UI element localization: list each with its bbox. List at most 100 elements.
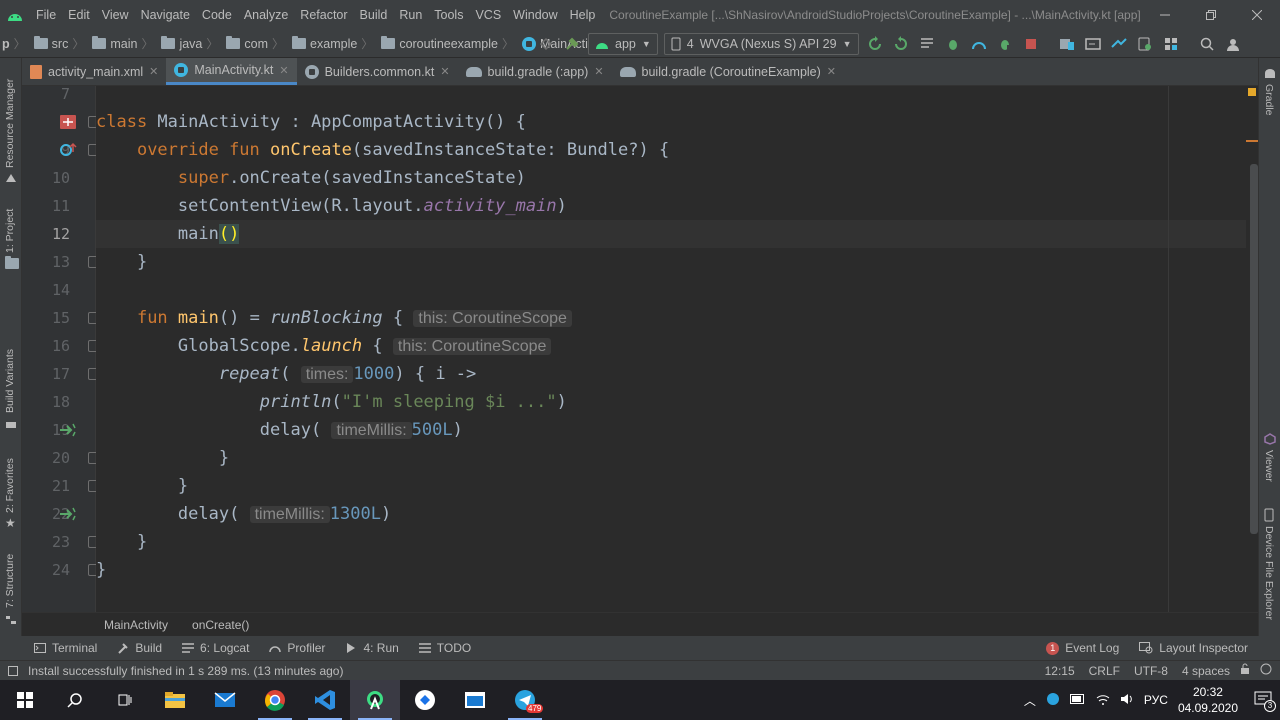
override-method-icon[interactable]	[58, 140, 78, 160]
device-select[interactable]: 4 WVGA (Nexus S) API 29 ▼	[663, 33, 859, 55]
menu-navigate[interactable]: Navigate	[135, 8, 196, 22]
profile-icon[interactable]	[969, 34, 989, 54]
breadcrumb-example[interactable]: example 〉	[290, 35, 379, 52]
device-manager-icon[interactable]	[1135, 34, 1155, 54]
gradle-tab[interactable]: Gradle	[1263, 84, 1275, 116]
sdk-manager-icon[interactable]	[1109, 34, 1129, 54]
line-separator[interactable]: CRLF	[1089, 664, 1120, 678]
breadcrumb-coroutineexample[interactable]: coroutineexample 〉	[379, 35, 520, 52]
menu-build[interactable]: Build	[354, 8, 394, 22]
resource-manager-tab[interactable]: Resource Manager	[4, 79, 16, 168]
menu-file[interactable]: File	[30, 8, 62, 22]
terminal-tool-button[interactable]: Terminal	[0, 641, 107, 655]
project-tab[interactable]: 1: Project	[4, 209, 16, 253]
breadcrumb-src[interactable]: src 〉	[32, 35, 91, 52]
run-config-select[interactable]: app ▼	[588, 33, 658, 55]
tab-mainactivity-kt[interactable]: MainActivity.kt ✕	[166, 58, 297, 85]
file-explorer-icon[interactable]	[150, 680, 200, 720]
tool-windows-toggle-icon[interactable]	[8, 665, 18, 676]
logcat-tool-button[interactable]: 6: Logcat	[172, 641, 259, 655]
menu-help[interactable]: Help	[564, 8, 602, 22]
search-icon[interactable]	[1197, 34, 1217, 54]
tab-build-gradle-project[interactable]: build.gradle (CoroutineExample) ✕	[612, 58, 844, 85]
minimize-button[interactable]	[1142, 0, 1188, 30]
sync-app-icon[interactable]	[400, 680, 450, 720]
chrome-icon[interactable]	[250, 680, 300, 720]
menu-vcs[interactable]: VCS	[469, 8, 507, 22]
menu-tools[interactable]: Tools	[428, 8, 469, 22]
user-icon[interactable]	[1223, 34, 1243, 54]
code-editor[interactable]: class MainActivity : AppCompatActivity()…	[96, 86, 1246, 612]
avd-manager-icon[interactable]	[1057, 34, 1077, 54]
device-file-explorer-tab[interactable]: Device File Explorer	[1263, 526, 1275, 620]
volume-icon[interactable]	[1120, 693, 1134, 708]
event-log-tool-button[interactable]: 1 Event Log	[1036, 641, 1129, 655]
vertical-scrollbar[interactable]	[1250, 164, 1258, 534]
caret-position[interactable]: 12:15	[1045, 664, 1075, 678]
menu-run[interactable]: Run	[393, 8, 428, 22]
menu-window[interactable]: Window	[507, 8, 563, 22]
tab-build-gradle-app[interactable]: build.gradle (:app) ✕	[458, 58, 612, 85]
system-clock[interactable]: 20:32 04.09.2020	[1178, 684, 1238, 716]
windows-start-button[interactable]	[0, 680, 50, 720]
notifications-icon[interactable]: 3	[1254, 691, 1276, 712]
menu-code[interactable]: Code	[196, 8, 238, 22]
menu-view[interactable]: View	[96, 8, 135, 22]
battery-icon[interactable]	[1069, 693, 1086, 707]
close-tab-icon[interactable]: ✕	[279, 64, 288, 77]
layout-inspector-icon[interactable]	[1083, 34, 1103, 54]
suspend-call-icon[interactable]	[58, 504, 78, 524]
attach-debugger-icon[interactable]	[995, 34, 1015, 54]
wifi-icon[interactable]	[1096, 693, 1110, 708]
close-tab-icon[interactable]: ✕	[827, 65, 836, 78]
breadcrumb-root[interactable]: p 〉	[0, 35, 32, 52]
editor-crumb-class[interactable]: MainActivity	[104, 618, 168, 632]
tab-builders-common-kt[interactable]: Builders.common.kt ✕	[297, 58, 458, 85]
indent-setting[interactable]: 4 spaces	[1182, 664, 1230, 678]
inspection-warning-icon[interactable]	[1248, 88, 1256, 96]
editor-crumb-method[interactable]: onCreate()	[192, 618, 249, 632]
input-language[interactable]: РУС	[1144, 693, 1168, 707]
chrome-tray-icon[interactable]	[1046, 692, 1060, 709]
error-stripe-marker[interactable]	[1246, 140, 1258, 142]
android-studio-taskbar-icon[interactable]	[350, 680, 400, 720]
breadcrumb-java[interactable]: java 〉	[159, 35, 224, 52]
apply-changes-restart-icon[interactable]	[865, 34, 885, 54]
suspend-call-icon[interactable]	[58, 420, 78, 440]
run-tool-button[interactable]: 4: Run	[335, 641, 408, 655]
menu-edit[interactable]: Edit	[62, 8, 96, 22]
sync-icon[interactable]	[536, 34, 556, 54]
layout-inspector-tool-button[interactable]: Layout Inspector	[1129, 641, 1280, 655]
file-encoding[interactable]: UTF-8	[1134, 664, 1168, 678]
project-structure-icon[interactable]	[1161, 34, 1181, 54]
mail-icon[interactable]	[200, 680, 250, 720]
apply-code-changes-icon[interactable]	[891, 34, 911, 54]
window-app-icon[interactable]	[450, 680, 500, 720]
menu-analyze[interactable]: Analyze	[238, 8, 294, 22]
show-hidden-icons-chevron-icon[interactable]: ︿	[1024, 692, 1036, 709]
inspections-face-icon[interactable]	[1260, 663, 1272, 678]
viewer-tab[interactable]: Viewer	[1263, 450, 1275, 482]
close-tab-icon[interactable]: ✕	[440, 65, 449, 78]
close-tab-icon[interactable]: ✕	[149, 65, 158, 78]
make-project-icon[interactable]	[562, 34, 582, 54]
menu-refactor[interactable]: Refactor	[294, 8, 353, 22]
task-view-icon[interactable]	[100, 680, 150, 720]
breadcrumb-com[interactable]: com 〉	[224, 35, 290, 52]
breadcrumb-main[interactable]: main 〉	[90, 35, 159, 52]
close-window-button[interactable]	[1234, 0, 1280, 30]
build-variants-tab[interactable]: Build Variants	[4, 349, 16, 413]
stop-icon[interactable]	[1021, 34, 1041, 54]
activity-class-icon[interactable]	[58, 112, 78, 132]
logcat-filter-icon[interactable]	[917, 34, 937, 54]
restore-button[interactable]	[1188, 0, 1234, 30]
taskbar-search-icon[interactable]	[50, 680, 100, 720]
structure-tab[interactable]: 7: Structure	[4, 554, 16, 608]
lock-icon[interactable]	[1240, 663, 1250, 678]
build-tool-button[interactable]: Build	[107, 641, 172, 655]
profiler-tool-button[interactable]: Profiler	[259, 641, 335, 655]
telegram-icon[interactable]: 479	[500, 680, 550, 720]
debug-icon[interactable]	[943, 34, 963, 54]
status-message[interactable]: Install successfully finished in 1 s 289…	[28, 664, 343, 678]
favorites-tab[interactable]: 2: Favorites	[4, 458, 16, 513]
